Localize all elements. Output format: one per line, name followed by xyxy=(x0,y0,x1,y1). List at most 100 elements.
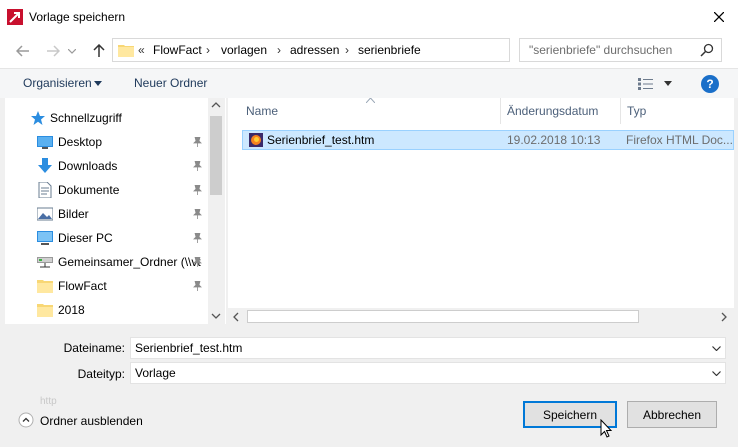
search-icon[interactable] xyxy=(700,43,716,59)
organise-button[interactable]: Organisieren xyxy=(23,76,92,90)
column-divider[interactable] xyxy=(620,98,621,124)
chevron-right-icon[interactable]: › xyxy=(277,43,281,57)
sidebar-item-label: Dieser PC xyxy=(58,231,113,245)
network-drive-icon xyxy=(37,254,53,270)
cancel-button[interactable]: Abbrechen xyxy=(627,401,717,428)
command-bar: Organisieren Neuer Ordner ? xyxy=(0,68,738,98)
file-type: Firefox HTML Doc... xyxy=(626,133,733,147)
breadcrumb-item[interactable]: FlowFact xyxy=(153,43,202,57)
sidebar-item-label: Desktop xyxy=(58,135,103,149)
pin-icon[interactable] xyxy=(193,137,202,147)
table-row[interactable]: Serienbrief_test.htm 19.02.2018 10:13 Fi… xyxy=(242,130,734,150)
sidebar-item-label: Downloads xyxy=(58,159,118,173)
chevron-down-icon[interactable] xyxy=(707,363,725,383)
filetype-select[interactable]: Vorlage xyxy=(130,362,726,384)
filename-label: Dateiname: xyxy=(63,341,125,355)
sidebar-item-label: Bilder xyxy=(58,207,89,221)
breadcrumb-item[interactable]: adressen xyxy=(290,43,339,57)
breadcrumb-overflow[interactable]: « xyxy=(138,43,145,57)
chevron-down-icon[interactable] xyxy=(664,81,672,86)
star-icon xyxy=(30,110,46,126)
title-bar: Vorlage speichern xyxy=(0,0,738,34)
ghost-hint-text: http xyxy=(40,396,57,407)
column-header-name[interactable]: Name xyxy=(246,104,278,118)
folder-icon xyxy=(37,278,53,294)
up-button[interactable] xyxy=(88,40,110,62)
computer-icon xyxy=(37,230,53,246)
mouse-cursor-icon xyxy=(600,419,614,439)
download-icon xyxy=(37,158,53,174)
new-folder-button[interactable]: Neuer Ordner xyxy=(134,76,207,90)
filetype-label: Dateityp: xyxy=(77,367,125,381)
scrollbar-thumb[interactable] xyxy=(210,116,222,195)
view-options-icon[interactable] xyxy=(638,77,654,91)
filetype-value: Vorlage xyxy=(135,366,176,380)
file-list-scrollbar[interactable] xyxy=(228,308,734,325)
column-divider[interactable] xyxy=(500,98,501,124)
chevron-down-icon[interactable] xyxy=(211,313,221,319)
firefox-file-icon xyxy=(249,133,263,147)
hide-folders-label[interactable]: Ordner ausblenden xyxy=(40,414,143,428)
pin-icon[interactable] xyxy=(193,161,202,171)
chevron-up-icon[interactable] xyxy=(211,102,221,108)
column-header-date[interactable]: Änderungsdatum xyxy=(507,104,598,118)
pin-icon[interactable] xyxy=(193,257,202,267)
recent-locations-button[interactable] xyxy=(66,40,78,62)
app-icon xyxy=(7,9,23,25)
arrow-left-icon xyxy=(16,45,29,57)
scrollbar-thumb[interactable] xyxy=(247,310,639,323)
chevron-down-icon xyxy=(68,48,76,54)
navigation-scrollbar[interactable] xyxy=(208,98,225,325)
desktop-icon xyxy=(37,134,53,150)
navigation-pane[interactable]: Schnellzugriff Desktop Downloads Dokumen… xyxy=(5,98,226,324)
sidebar-item-label: 2018 xyxy=(58,303,85,317)
pin-icon[interactable] xyxy=(193,233,202,243)
sidebar-item-desktop[interactable]: Desktop xyxy=(5,130,209,154)
window-title: Vorlage speichern xyxy=(29,10,126,24)
forward-button[interactable] xyxy=(42,40,64,62)
sidebar-item-flowfact[interactable]: FlowFact xyxy=(5,274,209,298)
sidebar-item-pictures[interactable]: Bilder xyxy=(5,202,209,226)
pin-icon[interactable] xyxy=(193,185,202,195)
help-icon[interactable]: ? xyxy=(701,75,719,93)
chevron-left-icon[interactable] xyxy=(233,312,239,322)
close-icon xyxy=(714,12,724,22)
filename-field[interactable]: Serienbrief_test.htm xyxy=(130,337,726,359)
filename-value: Serienbrief_test.htm xyxy=(135,341,243,355)
address-bar[interactable]: « FlowFact › vorlagen › adressen › serie… xyxy=(112,38,606,62)
sidebar-item-quick-access[interactable]: Schnellzugriff xyxy=(5,106,209,130)
chevron-right-icon[interactable]: › xyxy=(345,43,349,57)
sidebar-item-2018[interactable]: 2018 xyxy=(5,298,209,322)
chevron-right-icon[interactable] xyxy=(721,312,727,322)
sidebar-item-label: Schnellzugriff xyxy=(50,111,122,125)
breadcrumb-item[interactable]: vorlagen xyxy=(221,43,267,57)
chevron-up-circle-icon xyxy=(18,412,34,428)
file-name: Serienbrief_test.htm xyxy=(267,133,375,147)
pin-icon[interactable] xyxy=(193,281,202,291)
close-button[interactable] xyxy=(707,6,731,28)
sidebar-item-this-pc[interactable]: Dieser PC xyxy=(5,226,209,250)
arrow-up-icon xyxy=(93,44,105,57)
chevron-down-icon[interactable] xyxy=(94,81,102,86)
back-button[interactable] xyxy=(12,40,34,62)
save-options-panel: Dateiname: Serienbrief_test.htm Dateityp… xyxy=(0,325,738,447)
sidebar-item-downloads[interactable]: Downloads xyxy=(5,154,209,178)
arrow-right-icon xyxy=(47,45,60,57)
pin-icon[interactable] xyxy=(193,209,202,219)
hide-folders-toggle[interactable] xyxy=(18,412,34,428)
file-list[interactable]: Name Änderungsdatum Typ Serienbrief_test… xyxy=(228,98,734,325)
chevron-down-icon[interactable] xyxy=(707,338,725,358)
navigation-bar: « FlowFact › vorlagen › adressen › serie… xyxy=(0,34,738,68)
search-input[interactable]: "serienbriefe" durchsuchen xyxy=(519,38,722,62)
pictures-icon xyxy=(37,206,53,222)
chevron-right-icon[interactable]: › xyxy=(206,43,210,57)
file-date: 19.02.2018 10:13 xyxy=(507,133,601,147)
sidebar-item-documents[interactable]: Dokumente xyxy=(5,178,209,202)
sidebar-item-shared-folder[interactable]: Gemeinsamer_Ordner (\\vt xyxy=(5,250,209,274)
sort-ascending-icon xyxy=(366,98,375,103)
sidebar-item-label: FlowFact xyxy=(58,279,107,293)
folder-icon xyxy=(118,43,134,57)
breadcrumb-item[interactable]: serienbriefe xyxy=(358,43,421,57)
search-placeholder: "serienbriefe" durchsuchen xyxy=(529,43,673,57)
column-header-type[interactable]: Typ xyxy=(627,104,646,118)
